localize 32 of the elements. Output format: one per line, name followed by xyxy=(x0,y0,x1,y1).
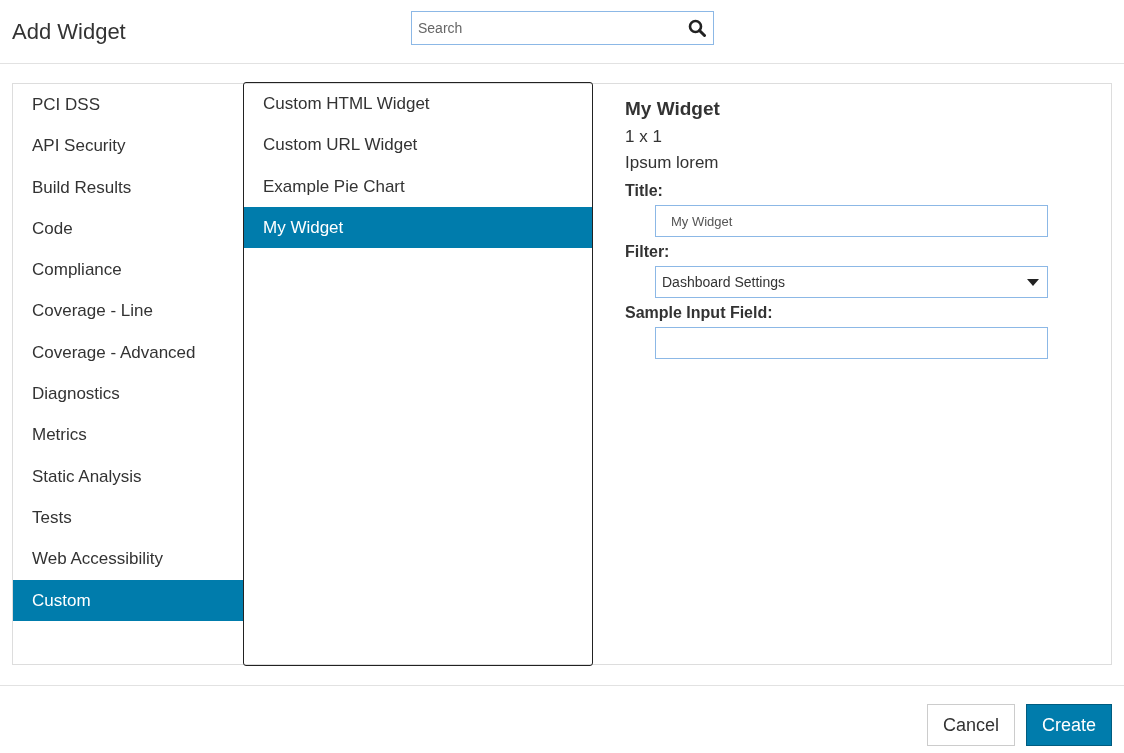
category-item[interactable]: Coverage - Advanced xyxy=(13,331,243,374)
create-button[interactable]: Create xyxy=(1025,704,1112,746)
search-field[interactable]: Search xyxy=(411,11,714,45)
field-label: Sample Input Field: xyxy=(625,304,773,322)
category-item[interactable]: Static Analysis xyxy=(13,455,243,497)
caret-icon xyxy=(1027,278,1039,286)
widget-name: My Widget xyxy=(625,98,720,120)
category-item[interactable]: Metrics xyxy=(13,414,243,456)
category-item[interactable]: API Security xyxy=(13,125,243,167)
category-item[interactable]: Compliance xyxy=(13,249,243,291)
widget-item[interactable]: Custom HTML Widget xyxy=(244,83,592,125)
filter-dropdown[interactable]: Dashboard Settings xyxy=(655,266,1048,298)
cancel-button[interactable]: Cancel xyxy=(926,704,1015,746)
widget-item[interactable]: My Widget xyxy=(244,206,592,249)
category-item[interactable]: Coverage - Line xyxy=(13,290,243,332)
category-item[interactable]: Tests xyxy=(13,496,243,539)
widget-size: 1 x 1 xyxy=(625,126,662,148)
search-icon xyxy=(688,19,706,37)
input-field[interactable] xyxy=(655,327,1048,359)
field-label: Filter: xyxy=(625,243,670,261)
category-item[interactable]: Build Results xyxy=(13,166,243,208)
input-field[interactable]: My Widget xyxy=(655,205,1048,237)
category-item[interactable]: Web Accessibility xyxy=(13,538,243,580)
field-label: Title: xyxy=(625,182,663,200)
widget-item[interactable]: Example Pie Chart xyxy=(244,165,592,207)
category-item[interactable]: Diagnostics xyxy=(13,373,243,415)
category-item[interactable]: Custom xyxy=(13,579,243,621)
dialog-title: Add Widget xyxy=(12,18,126,45)
widget-item[interactable]: Custom URL Widget xyxy=(244,124,592,166)
category-item[interactable]: PCI DSS xyxy=(13,84,243,126)
widget-description: Ipsum lorem xyxy=(625,152,719,174)
category-item[interactable]: Code xyxy=(13,207,243,250)
